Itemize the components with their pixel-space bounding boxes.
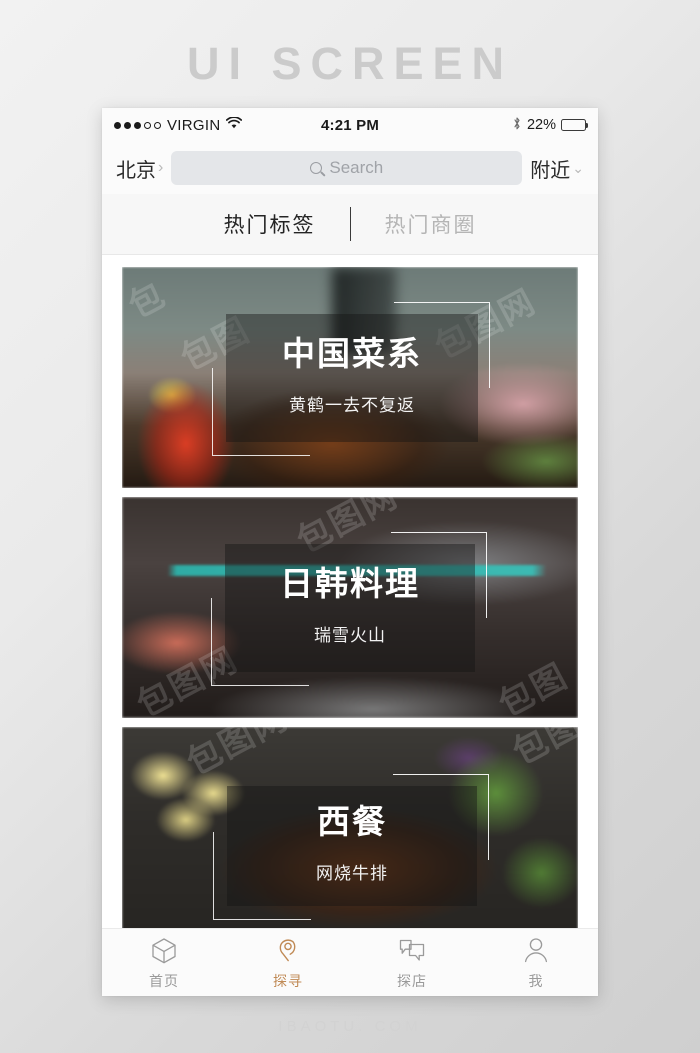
cube-icon [149,935,179,965]
card-label-box: 日韩料理 瑞雪火山 [211,531,487,686]
site-watermark: IBAOTU. COM [278,1018,422,1035]
search-icon [310,162,323,174]
person-icon [521,935,551,965]
category-card[interactable]: 包图网 包图 西餐 网烧牛排 [122,727,578,928]
status-bar-time: 4:21 PM [320,116,380,134]
nearby-label: 附近 [530,159,571,182]
nav-label-shops: 探店 [397,972,427,989]
card-subtitle: 黄鹤一去不复返 [289,395,415,415]
chat-bubbles-icon [397,935,427,965]
status-bar-right: 22% [379,116,589,135]
card-title: 中国菜系 [282,335,422,373]
city-selector[interactable]: 北京 › [116,154,163,183]
nav-item-profile[interactable]: 我 [474,935,598,991]
bluetooth-icon [512,116,522,135]
nearby-filter[interactable]: 附近 ⌄ [530,154,584,183]
city-label: 北京 [116,159,156,182]
battery-icon [561,119,589,131]
card-title: 西餐 [317,803,387,841]
tab-hot-labels[interactable]: 热门标签 [190,209,350,239]
nav-item-home[interactable]: 首页 [102,935,226,991]
category-card[interactable]: 包图网 包图网 包图 日韩料理 瑞雪火山 [122,497,578,718]
signal-dots-icon [114,121,161,129]
status-bar: VIRGIN 4:21 PM 22% [102,108,598,142]
card-label-box: 西餐 网烧牛排 [213,773,489,920]
nav-label-profile: 我 [528,972,544,989]
nav-label-explore: 探寻 [273,972,303,989]
card-title: 日韩料理 [280,565,420,603]
category-card-list: 包 包图 包图网 中国菜系 黄鹤一去不复返 包图网 包图网 包图 日韩料理 瑞雪… [102,255,598,928]
carrier-label: VIRGIN [167,116,221,134]
bracket-top-right [393,773,489,860]
location-pin-icon [273,935,303,965]
wifi-icon [226,116,243,133]
battery-percent-label: 22% [526,117,556,133]
tab-bar: 热门标签 热门商圈 [102,194,598,255]
search-placeholder: Search [329,158,384,177]
search-input[interactable]: Search [171,151,523,185]
card-subtitle: 网烧牛排 [316,863,388,883]
card-label-box: 中国菜系 黄鹤一去不复返 [212,301,490,456]
page-title: UI SCREEN [186,38,514,89]
bottom-navigation: 首页 探寻 探店 我 [102,928,598,996]
nav-item-explore[interactable]: 探寻 [226,935,350,991]
nav-item-shops[interactable]: 探店 [350,935,474,991]
search-header: 北京 › Search 附近 ⌄ [102,142,598,194]
status-bar-left: VIRGIN [114,116,321,134]
nav-label-home: 首页 [149,972,179,989]
card-subtitle: 瑞雪火山 [314,625,386,645]
category-card[interactable]: 包 包图 包图网 中国菜系 黄鹤一去不复返 [122,267,578,488]
chevron-down-icon: ⌄ [572,160,584,176]
tab-hot-districts[interactable]: 热门商圈 [351,209,511,239]
phone-frame: VIRGIN 4:21 PM 22% 北京 › Search 附近 ⌄ 热门标签… [102,108,598,996]
chevron-right-icon: › [158,159,164,176]
